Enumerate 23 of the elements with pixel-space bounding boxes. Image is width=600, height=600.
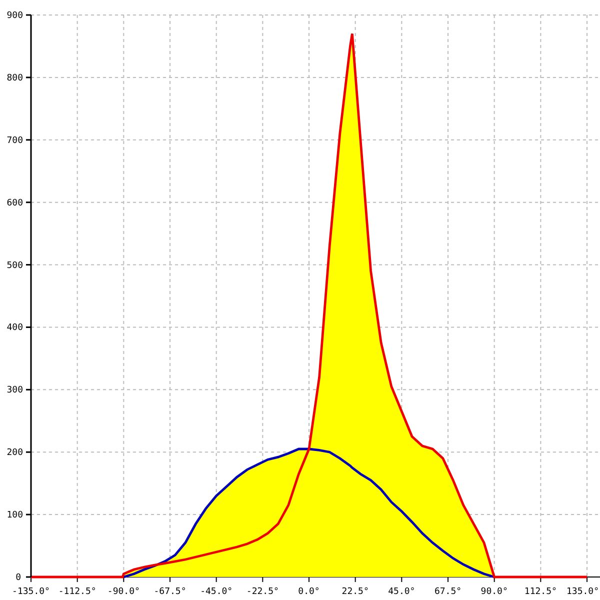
x-tick-label: -112.5° (58, 587, 96, 597)
x-tick-label: 0.0° (298, 587, 320, 597)
y-tick-label: 400 (6, 323, 23, 334)
x-tick-label: 67.5° (434, 587, 462, 597)
x-tick-label: 45.0° (388, 587, 416, 597)
y-tick-label: 200 (6, 448, 23, 458)
y-tick-label: 700 (6, 136, 23, 146)
y-tick-label: 500 (6, 260, 23, 271)
y-tick-label: 0 (16, 573, 21, 583)
x-tick-label: -22.5° (246, 587, 279, 597)
y-tick-label: 600 (6, 198, 23, 208)
x-tick-label: 135.0° (566, 587, 599, 597)
y-tick-label: 300 (6, 386, 23, 396)
x-tick-label: -45.0° (200, 587, 233, 597)
x-tick-label: -67.5° (154, 587, 186, 597)
y-tick-label: 900 (6, 11, 23, 21)
x-tick-label: 90.0° (480, 587, 508, 597)
x-tick-label: 22.5° (342, 587, 369, 597)
x-tick-label: -135.0° (12, 587, 50, 597)
x-tick-label: -90.0° (107, 587, 140, 597)
x-tick-label: 112.5° (524, 587, 557, 597)
y-tick-label: 800 (6, 73, 23, 84)
y-tick-label: 100 (6, 510, 23, 521)
